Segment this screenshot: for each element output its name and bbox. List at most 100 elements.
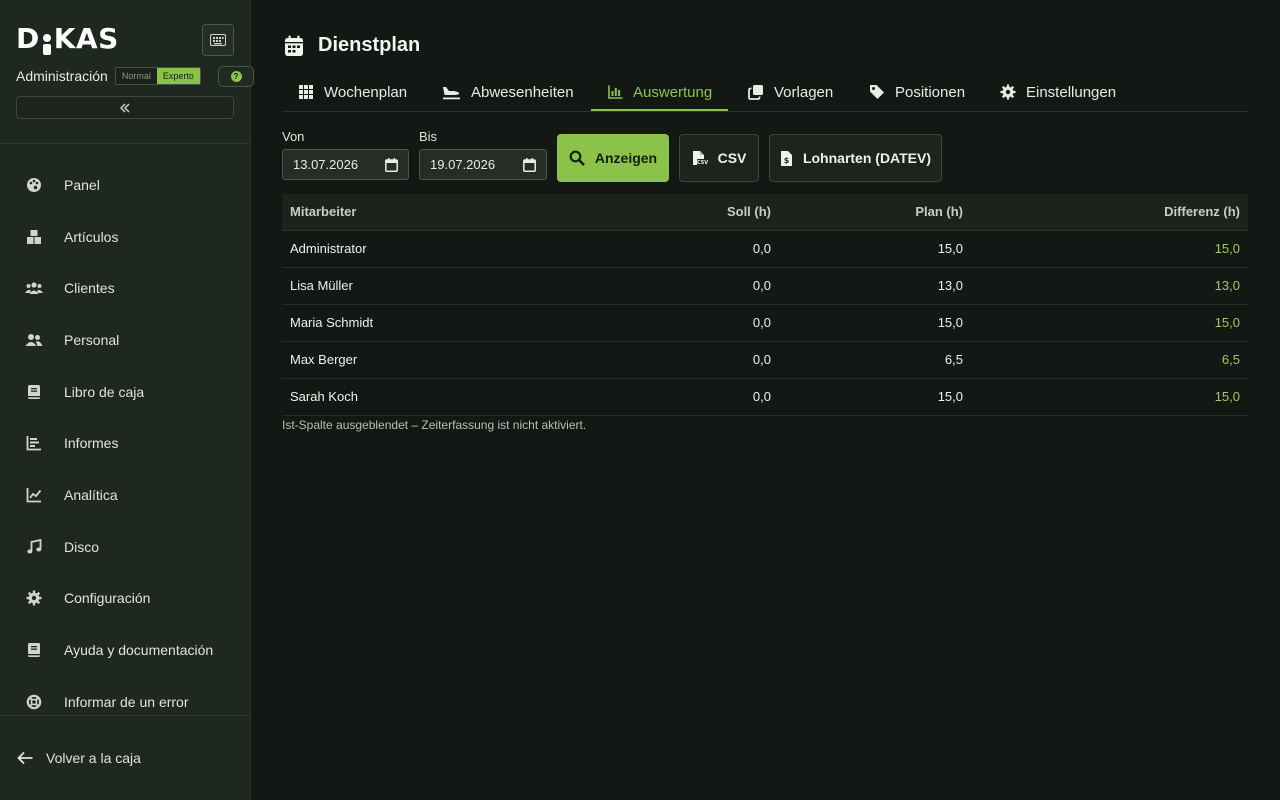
column-header-plan[interactable]: Plan (h) xyxy=(802,194,963,230)
calendar-icon[interactable] xyxy=(523,158,536,172)
sidebar-item-label: Informar de un error xyxy=(64,693,189,710)
csv-button-label: CSV xyxy=(717,150,747,166)
to-date-value: 19.07.2026 xyxy=(430,157,496,172)
keyboard-button[interactable] xyxy=(202,24,234,56)
role-label: Administración xyxy=(16,68,108,84)
column-header-employee[interactable]: Mitarbeiter xyxy=(290,194,356,230)
column-header-difference[interactable]: Differenz (h) xyxy=(1002,194,1240,230)
from-date-input[interactable]: 13.07.2026 xyxy=(282,149,409,180)
sidebar-item-informes[interactable]: Informes xyxy=(0,417,250,469)
keyboard-icon xyxy=(210,34,226,46)
table-row[interactable]: Lisa Müller 0,0 13,0 13,0 xyxy=(282,268,1248,305)
tab-label: Positionen xyxy=(895,83,966,101)
to-date-input[interactable]: 19.07.2026 xyxy=(419,149,547,180)
tab-auswertung[interactable]: Auswertung xyxy=(591,74,728,111)
tab-abwesenheiten[interactable]: Abwesenheiten xyxy=(442,74,574,110)
sidebar: D KAS Administración Normal Experto ? Pan… xyxy=(0,0,254,800)
plan-hours: 15,0 xyxy=(937,241,963,256)
employee-name: Lisa Müller xyxy=(290,278,353,293)
back-label: Volver a la caja xyxy=(46,750,141,766)
sidebar-item-articulos[interactable]: Artículos xyxy=(0,211,250,263)
target-hours: 0,0 xyxy=(752,315,771,330)
sidebar-item-informar-error[interactable]: Informar de un error xyxy=(0,676,250,728)
lifebuoy-icon xyxy=(25,693,43,711)
difference-hours: 15,0 xyxy=(1214,389,1240,404)
tab-positionen[interactable]: Positionen xyxy=(869,74,965,110)
file-invoice-icon: $ xyxy=(780,150,793,167)
collapse-sidebar-button[interactable] xyxy=(16,96,234,119)
tab-einstellungen[interactable]: Einstellungen xyxy=(1000,74,1116,110)
gear-icon xyxy=(25,589,43,607)
tab-vorlagen[interactable]: Vorlagen xyxy=(748,74,833,110)
table-row[interactable]: Sarah Koch 0,0 15,0 15,0 xyxy=(282,379,1248,416)
sidebar-item-label: Clientes xyxy=(64,280,115,297)
calendar-icon[interactable] xyxy=(385,158,398,172)
logo: D KAS xyxy=(16,22,119,56)
sidebar-item-libro-de-caja[interactable]: Libro de caja xyxy=(0,366,250,418)
arrow-left-icon xyxy=(17,751,33,765)
sidebar-item-panel[interactable]: Panel xyxy=(0,159,250,211)
csv-export-button[interactable]: CSV CSV xyxy=(679,134,759,182)
table-row[interactable]: Administrator 0,0 15,0 15,0 xyxy=(282,231,1248,268)
tab-wochenplan[interactable]: Wochenplan xyxy=(298,74,407,110)
sidebar-item-label: Configuración xyxy=(64,590,151,607)
gear-icon xyxy=(1000,84,1016,100)
plan-hours: 6,5 xyxy=(944,352,963,367)
sidebar-item-analitica[interactable]: Analítica xyxy=(0,469,250,521)
sidebar-item-personal[interactable]: Personal xyxy=(0,314,250,366)
sidebar-item-disco[interactable]: Disco xyxy=(0,521,250,573)
help-button[interactable]: ? xyxy=(218,66,254,87)
plan-hours: 13,0 xyxy=(937,278,963,293)
tab-label: Einstellungen xyxy=(1026,83,1117,101)
mode-normal-option[interactable]: Normal xyxy=(115,68,157,84)
sidebar-nav: Panel Artículos Clientes Personal Libro … xyxy=(0,159,250,728)
target-hours: 0,0 xyxy=(752,352,771,367)
sidebar-item-label: Disco xyxy=(64,538,100,555)
datev-button-label: Lohnarten (DATEV) xyxy=(802,150,932,166)
table-row[interactable]: Max Berger 0,0 6,5 6,5 xyxy=(282,342,1248,379)
tag-icon xyxy=(869,84,885,100)
sidebar-item-label: Informes xyxy=(64,435,119,452)
double-chevron-left-icon xyxy=(120,103,130,112)
table-row[interactable]: Maria Schmidt 0,0 15,0 15,0 xyxy=(282,305,1248,342)
svg-text:$: $ xyxy=(784,156,790,165)
sidebar-item-ayuda[interactable]: Ayuda y documentación xyxy=(0,624,250,676)
difference-hours: 15,0 xyxy=(1214,315,1240,330)
table-note: Ist-Spalte ausgeblendet – Zeiterfassung … xyxy=(282,418,587,432)
column-header-target[interactable]: Soll (h) xyxy=(642,194,771,230)
sidebar-item-label: Analítica xyxy=(64,486,118,503)
table-header: Mitarbeiter Soll (h) Plan (h) Differenz … xyxy=(282,194,1248,231)
tab-label: Abwesenheiten xyxy=(471,83,574,101)
main-content: Dienstplan Wochenplan Abwesenheiten Ausw… xyxy=(250,0,1280,800)
mode-toggle: Normal Experto xyxy=(114,67,201,85)
sidebar-item-label: Panel xyxy=(64,176,100,193)
mode-expert-option[interactable]: Experto xyxy=(156,68,200,84)
sidebar-divider-top xyxy=(0,143,250,144)
sidebar-divider-bottom xyxy=(0,715,250,716)
employee-name: Sarah Koch xyxy=(290,389,358,404)
role-row: Administración Normal Experto xyxy=(16,67,201,85)
brand-logo[interactable]: D KAS xyxy=(16,22,119,56)
search-icon xyxy=(569,150,585,166)
logo-text-left: D xyxy=(16,22,40,55)
copy-icon xyxy=(748,84,764,100)
show-button[interactable]: Anzeigen xyxy=(557,134,669,182)
datev-export-button[interactable]: $ Lohnarten (DATEV) xyxy=(769,134,942,182)
book-icon xyxy=(25,383,43,401)
back-to-register-link[interactable]: Volver a la caja xyxy=(16,750,141,766)
book-icon xyxy=(25,641,43,659)
from-date-value: 13.07.2026 xyxy=(293,157,359,172)
sidebar-item-label: Libro de caja xyxy=(64,383,145,400)
sidebar-item-label: Personal xyxy=(64,331,120,348)
user-group-icon xyxy=(25,331,43,349)
logo-text-right: KAS xyxy=(53,22,119,55)
plan-hours: 15,0 xyxy=(937,389,963,404)
sidebar-item-clientes[interactable]: Clientes xyxy=(0,262,250,314)
employee-name: Max Berger xyxy=(290,352,358,367)
to-label: Bis xyxy=(419,129,438,144)
sidebar-item-configuracion[interactable]: Configuración xyxy=(0,573,250,625)
sidebar-item-label: Ayuda y documentación xyxy=(64,642,214,659)
calendar-icon xyxy=(285,35,303,56)
grid-icon xyxy=(298,84,314,100)
show-button-label: Anzeigen xyxy=(594,150,658,166)
